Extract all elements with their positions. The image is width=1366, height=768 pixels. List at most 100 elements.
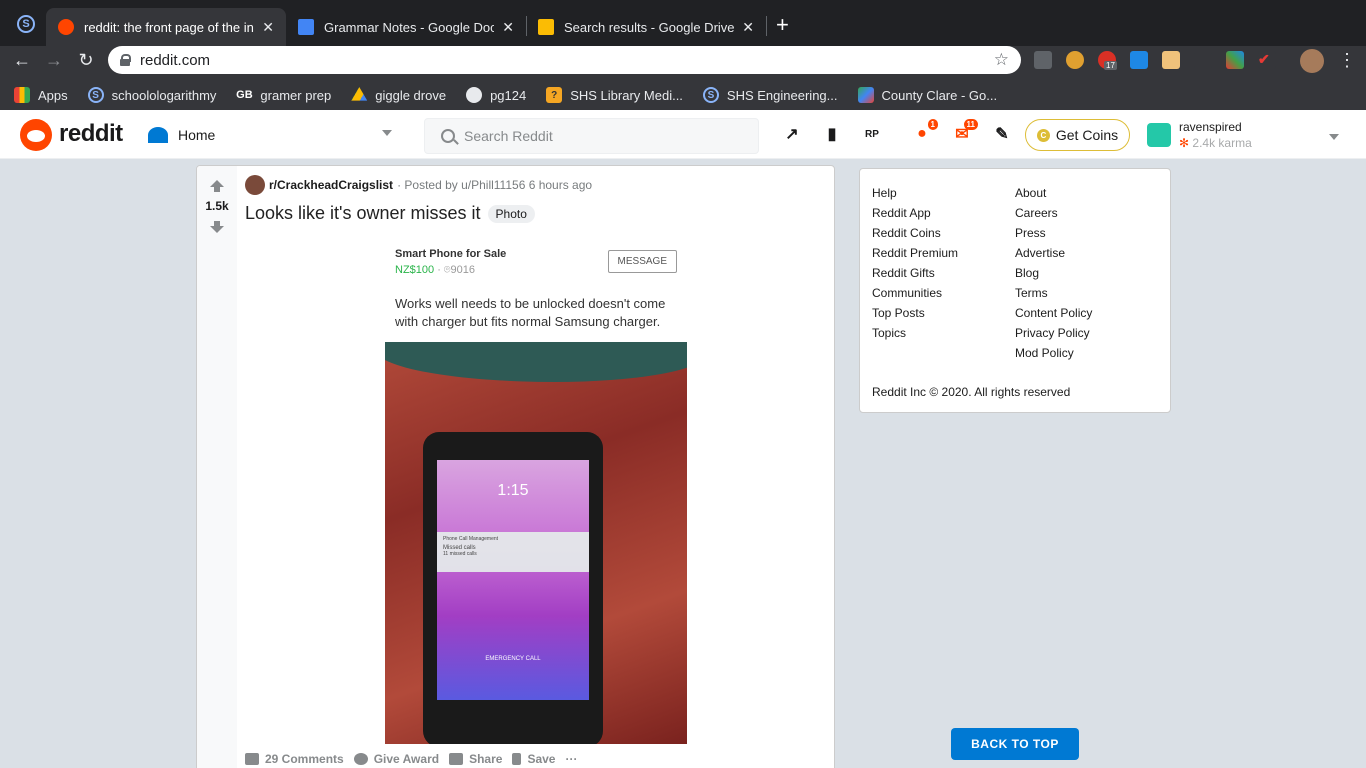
tab-reddit[interactable]: reddit: the front page of the int ✕ [46,8,286,46]
tab-divider [766,16,767,36]
footer-link-reddit-coins[interactable]: Reddit Coins [872,223,958,243]
schoology-icon: S [702,87,719,103]
footer-link-reddit-app[interactable]: Reddit App [872,203,958,223]
close-icon[interactable]: ✕ [742,19,754,36]
share-arrow-icon [449,753,464,765]
chrome-menu-icon[interactable]: ⋮ [1338,50,1356,71]
color-extension-icon[interactable] [1226,51,1244,69]
reddit-logo-icon[interactable] [20,119,52,151]
upvote-arrow-icon[interactable] [210,180,224,192]
karma-line: ✻ 2.4k karma [1179,136,1252,150]
tab-grammar-notes[interactable]: Grammar Notes - Google Docs ✕ [286,8,526,46]
feed-selector-dropdown[interactable]: Home [148,122,396,148]
hidden-extension-icon[interactable] [1194,51,1212,69]
bookmark-star-icon[interactable]: ☆ [994,50,1009,70]
address-bar[interactable]: reddit.com ☆ [108,46,1021,74]
subreddit-avatar[interactable] [245,175,265,195]
maps-icon [857,87,874,103]
bookmark-apps[interactable]: Apps [14,87,68,103]
inbox-mail-icon[interactable]: ✉ 11 [952,119,978,144]
close-icon[interactable]: ✕ [262,19,274,36]
post-title[interactable]: Looks like it's owner misses it [245,203,481,224]
username: ravenspired [1179,120,1242,134]
back-to-top-button[interactable]: BACK TO TOP [951,728,1079,760]
search-box[interactable] [424,118,759,154]
comments-button[interactable]: 29 Comments [245,752,344,766]
reload-icon[interactable]: ↻ [74,50,98,71]
gb-icon: GB [236,89,253,101]
create-post-pencil-icon[interactable]: ✎ [992,124,1012,144]
bookmark-gramer-prep[interactable]: GB gramer prep [236,87,331,103]
browser-profile-icon[interactable]: S [17,15,35,33]
tab-drive-search[interactable]: Search results - Google Drive ✕ [526,8,766,46]
get-coins-button[interactable]: C Get Coins [1025,119,1130,151]
listing-price: NZ$100 [395,264,435,276]
post-flair[interactable]: Photo [487,204,535,223]
user-menu-chevron-icon[interactable] [1329,134,1339,140]
share-button[interactable]: Share [449,752,502,766]
footer-link-careers[interactable]: Careers [1015,203,1092,223]
listing-title: Smart Phone for Sale [395,248,507,260]
get-coins-label: Get Coins [1055,127,1119,143]
footer-link-topics[interactable]: Topics [872,323,958,343]
footer-link-about[interactable]: About [1015,183,1092,203]
all-stats-icon[interactable]: ▮ [822,124,842,144]
rpan-icon[interactable]: RP [862,124,882,144]
back-arrow-icon[interactable]: ← [10,50,34,71]
footer-link-communities[interactable]: Communities [872,283,958,303]
footer-link-content-policy[interactable]: Content Policy [1015,303,1092,323]
give-award-button[interactable]: Give Award [353,752,439,766]
downvote-arrow-icon[interactable] [210,221,224,233]
tab-title: reddit: the front page of the int [84,19,255,35]
box-extension-icon[interactable] [1162,51,1180,69]
footer-link-reddit-gifts[interactable]: Reddit Gifts [872,263,958,283]
phone-clock: 1:15 [497,482,529,499]
footer-links-card: Help Reddit App Reddit Coins Reddit Prem… [859,168,1171,413]
owl-extension-icon[interactable] [1066,51,1084,69]
checkmark-extension-icon[interactable] [1130,51,1148,69]
footer-link-blog[interactable]: Blog [1015,263,1092,283]
close-icon[interactable]: ✕ [502,19,514,36]
chevron-down-icon [382,130,392,136]
bookmark-giggle-drove[interactable]: giggle drove [351,87,446,103]
chrome-profile-avatar[interactable] [1300,49,1324,73]
chat-icon[interactable]: ● 1 [912,119,938,144]
footer-link-terms[interactable]: Terms [1015,283,1092,303]
new-tab-plus-icon[interactable]: + [776,12,789,38]
user-menu[interactable]: ravenspired ✻ 2.4k karma [1147,120,1252,150]
abp-extension-icon[interactable]: 17 [1098,51,1117,70]
popular-trending-icon[interactable]: ↗ [782,124,802,144]
reddit-wordmark[interactable]: reddit [59,120,123,148]
phone-photo: 1:15 Phone Call Management Missed calls … [423,432,603,744]
crx-extension-icon[interactable] [1034,51,1052,69]
bookmark-label: Apps [38,87,68,103]
forward-arrow-icon[interactable]: → [42,50,66,71]
footer-link-privacy-policy[interactable]: Privacy Policy [1015,323,1092,343]
footer-link-press[interactable]: Press [1015,223,1092,243]
footer-link-mod-policy[interactable]: Mod Policy [1015,343,1092,363]
comment-bubble-icon [245,753,259,765]
footer-link-top-posts[interactable]: Top Posts [872,303,958,323]
notification-body: 11 missed calls [443,551,477,557]
bookmark-county-clare[interactable]: County Clare - Go... [857,87,997,103]
post-image[interactable]: 1:15 Phone Call Management Missed calls … [385,342,687,744]
more-options-icon[interactable]: ··· [565,752,577,766]
lock-icon[interactable] [120,54,131,66]
browser-toolbar: ← → ↻ reddit.com ☆ 17 ✔ ⋮ [0,46,1366,80]
footer-link-help[interactable]: Help [872,183,958,203]
footer-link-reddit-premium[interactable]: Reddit Premium [872,243,958,263]
phone-lock-screen: 1:15 Phone Call Management Missed calls … [437,460,589,700]
subreddit-link[interactable]: r/CrackheadCraigslist [269,178,393,192]
red-check-extension-icon[interactable]: ✔ [1258,51,1276,69]
listing-message-button: MESSAGE [607,250,677,273]
tab-title: Search results - Google Drive [564,19,735,35]
notification-app: Phone Call Management [443,536,499,542]
save-button[interactable]: Save [512,752,555,766]
bookmark-schoolologarithmy[interactable]: S schoolologarithmy [87,87,216,103]
bookmark-shs-library[interactable]: ? SHS Library Medi... [546,87,683,103]
footer-link-advertise[interactable]: Advertise [1015,243,1092,263]
search-input[interactable] [464,128,744,144]
post-card[interactable]: 1.5k r/CrackheadCraigslist · Posted by u… [196,165,835,768]
bookmark-shs-engineering[interactable]: S SHS Engineering... [702,87,838,103]
bookmark-pg124[interactable]: pg124 [466,87,526,103]
